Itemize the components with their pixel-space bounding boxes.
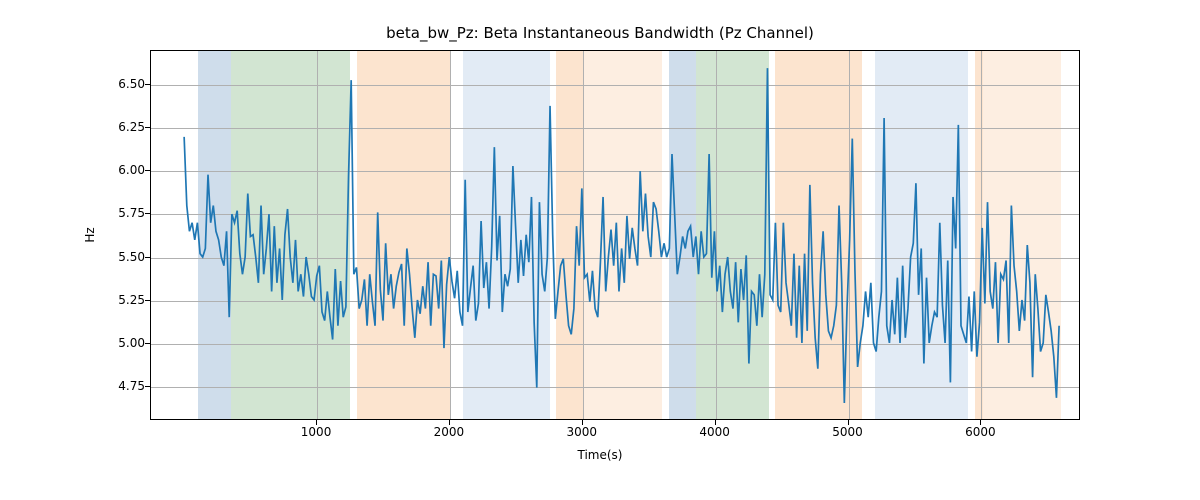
y-tick-label: 4.75 [85,379,145,393]
y-tick-mark [145,386,150,387]
chart-title: beta_bw_Pz: Beta Instantaneous Bandwidth… [0,24,1200,42]
y-tick-label: 5.75 [85,206,145,220]
y-tick-label: 6.25 [85,120,145,134]
line-path [184,68,1059,403]
x-tick-mark [715,420,716,425]
y-tick-mark [145,300,150,301]
y-tick-label: 6.50 [85,77,145,91]
y-tick-mark [145,257,150,258]
x-tick-label: 3000 [567,425,598,439]
x-tick-label: 1000 [301,425,332,439]
y-tick-mark [145,213,150,214]
x-tick-mark [582,420,583,425]
y-axis-label: Hz [83,227,97,242]
x-tick-mark [980,420,981,425]
x-tick-label: 5000 [832,425,863,439]
x-tick-label: 4000 [699,425,730,439]
x-tick-label: 6000 [965,425,996,439]
x-tick-mark [848,420,849,425]
x-axis-label: Time(s) [0,448,1200,462]
x-tick-mark [449,420,450,425]
plot-axes [150,50,1080,420]
y-tick-mark [145,170,150,171]
x-tick-mark [316,420,317,425]
y-tick-label: 5.50 [85,250,145,264]
y-tick-label: 6.00 [85,163,145,177]
y-tick-mark [145,127,150,128]
y-tick-label: 5.00 [85,336,145,350]
figure: beta_bw_Pz: Beta Instantaneous Bandwidth… [0,0,1200,500]
y-tick-mark [145,84,150,85]
x-tick-label: 2000 [434,425,465,439]
line-series [151,51,1079,420]
y-tick-mark [145,343,150,344]
y-tick-label: 5.25 [85,293,145,307]
